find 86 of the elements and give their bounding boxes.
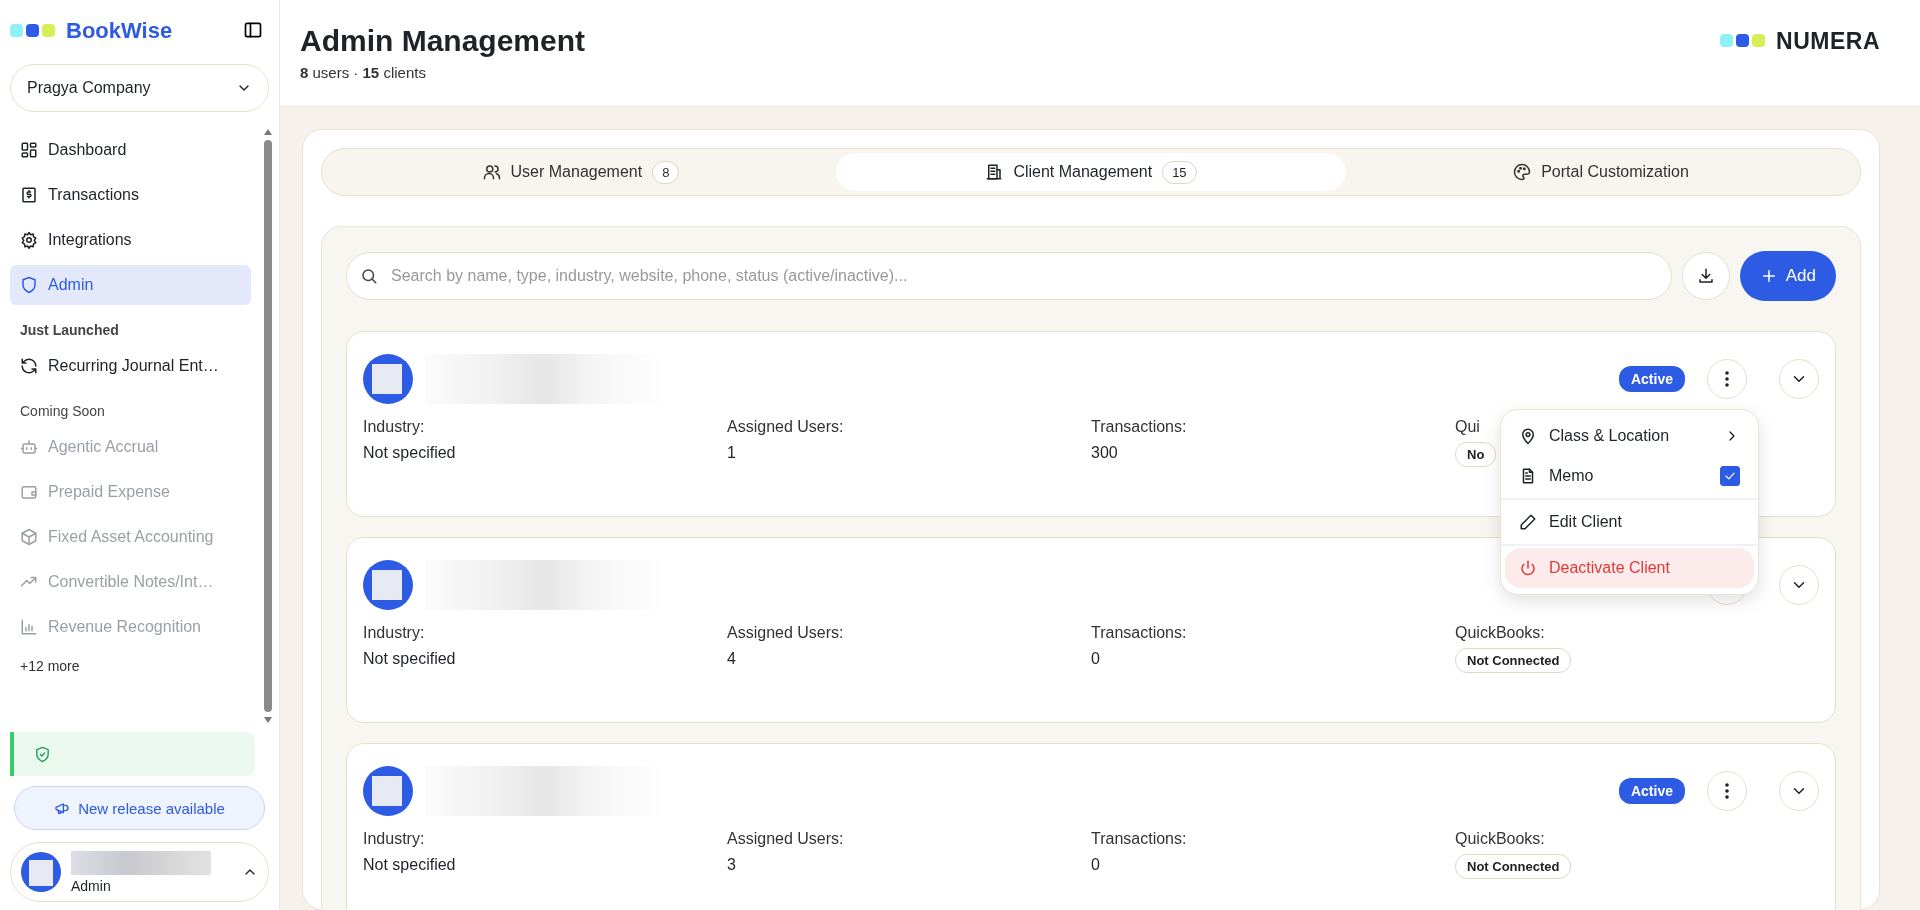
brand-name: BookWise	[66, 18, 174, 44]
dashboard-icon	[20, 141, 38, 159]
more-button[interactable]	[1707, 359, 1747, 399]
nav-item[interactable]: Dashboard	[10, 130, 251, 170]
field-value: Not specified	[363, 650, 457, 668]
field-value: Not specified	[363, 856, 457, 874]
count-badge: 15	[1162, 160, 1197, 184]
megaphone-icon	[54, 800, 71, 816]
field-label: QuickBooks:	[1455, 830, 1545, 848]
scroll-up-icon[interactable]	[263, 128, 273, 136]
nav-item[interactable]: Transactions	[10, 175, 251, 215]
gear-icon	[20, 231, 38, 249]
kebab-icon	[1725, 371, 1729, 387]
field-label: Assigned Users:	[727, 418, 844, 436]
nav-item[interactable]: Integrations	[10, 220, 251, 260]
pencil-icon	[1519, 513, 1537, 531]
tab[interactable]: User Management 8	[326, 153, 836, 191]
client-avatar	[363, 354, 413, 404]
section-heading: Coming Soon	[19, 402, 106, 421]
field-value: 300	[1091, 444, 1119, 462]
menu-item[interactable]: Class & Location	[1505, 416, 1754, 456]
scroll-down-icon[interactable]	[263, 716, 273, 724]
page-subtitle: 8 users · 15 clients	[300, 64, 427, 81]
company-select[interactable]: Pragya Company	[10, 64, 269, 112]
field-value: 0	[1091, 856, 1101, 874]
add-button[interactable]: Add	[1739, 251, 1836, 301]
download-button[interactable]	[1681, 252, 1730, 300]
refresh-icon	[20, 357, 38, 375]
connection-status: Not Connected	[1455, 854, 1572, 879]
tab[interactable]: Client Management 15	[836, 153, 1346, 191]
kebab-icon	[1725, 783, 1729, 799]
more-link[interactable]: +12 more	[0, 650, 261, 682]
download-icon	[1696, 267, 1715, 285]
field-label: Industry:	[363, 830, 425, 848]
section-heading: Just Launched	[19, 321, 120, 340]
user-role: Admin	[71, 877, 112, 894]
connection-status: No	[1455, 442, 1497, 467]
wallet-icon	[20, 483, 38, 501]
shield-check-icon	[34, 745, 51, 763]
field-label: QuickBooks:	[1455, 624, 1545, 642]
page-title: Admin Management	[300, 24, 586, 58]
field-value: 1	[727, 444, 737, 462]
connection-status: Not Connected	[1455, 648, 1572, 673]
power-icon	[1519, 559, 1537, 577]
menu-item[interactable]: Memo	[1505, 456, 1754, 496]
tab[interactable]: Portal Customization	[1346, 153, 1856, 191]
robot-icon	[20, 438, 38, 456]
menu-item[interactable]: Edit Client	[1505, 502, 1754, 542]
status-badge: Active	[1618, 778, 1685, 804]
field-label: Industry:	[363, 624, 425, 642]
field-label: Transactions:	[1091, 624, 1187, 642]
field-label: Transactions:	[1091, 830, 1187, 848]
count-badge: 8	[652, 160, 680, 184]
search-icon	[360, 267, 378, 285]
client-avatar	[363, 766, 413, 816]
field-label: Industry:	[363, 418, 425, 436]
logo-icon	[10, 24, 56, 38]
palette-icon	[1513, 163, 1532, 181]
field-label: Transactions:	[1091, 418, 1187, 436]
field-label: Qui	[1455, 418, 1480, 436]
field-value: Not specified	[363, 444, 457, 462]
nav-item[interactable]: Admin	[10, 265, 251, 305]
building-icon	[985, 163, 1004, 181]
field-label: Assigned Users:	[727, 624, 844, 642]
pin-icon	[1519, 427, 1537, 445]
logo-icon	[1720, 34, 1767, 48]
more-button[interactable]	[1707, 771, 1747, 811]
checkbox[interactable]	[1720, 466, 1740, 486]
receipt-icon	[20, 186, 38, 204]
user-avatar	[21, 852, 61, 892]
field-value: 0	[1091, 650, 1101, 668]
scrollbar[interactable]	[261, 128, 275, 724]
field-value: 4	[727, 650, 737, 668]
field-value: 3	[727, 856, 737, 874]
menu-item[interactable]: Deactivate Client	[1505, 548, 1754, 588]
release-button[interactable]: New release available	[14, 786, 265, 830]
cube-icon	[20, 528, 38, 546]
users-icon	[482, 163, 501, 181]
search-field[interactable]: Search by name, type, industry, website, phone, status (active/inactive)...	[346, 252, 1672, 300]
shield-icon	[20, 276, 38, 294]
status-badge: Active	[1618, 366, 1685, 392]
nav-item[interactable]: Recurring Journal Ent…	[10, 346, 251, 386]
client-avatar	[363, 560, 413, 610]
logo-text: NUMERA	[1776, 27, 1880, 55]
bar-chart-icon	[20, 618, 38, 636]
field-label: Assigned Users:	[727, 830, 844, 848]
